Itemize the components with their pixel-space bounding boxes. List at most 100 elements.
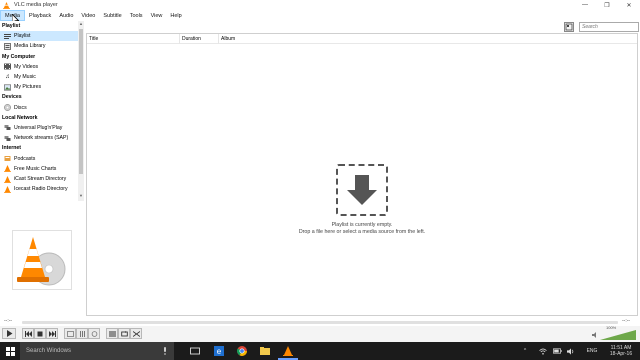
sidebar-item-upnp[interactable]: Universal Plug'n'Play bbox=[0, 123, 78, 133]
empty-message: Playlist is currently empty. bbox=[331, 222, 393, 228]
volume-tray-icon[interactable] bbox=[566, 342, 576, 360]
equalizer-icon bbox=[79, 330, 85, 337]
play-button[interactable] bbox=[2, 328, 16, 339]
album-art bbox=[12, 230, 72, 290]
window-title: VLC media player bbox=[14, 2, 58, 8]
remaining-time: --:-- bbox=[622, 318, 631, 324]
stop-button[interactable] bbox=[34, 328, 46, 339]
videos-icon bbox=[4, 63, 11, 70]
windows-logo-icon bbox=[5, 346, 15, 356]
shuffle-icon bbox=[132, 330, 140, 337]
previous-button[interactable] bbox=[22, 328, 34, 339]
music-icon: ♫ bbox=[5, 74, 10, 81]
start-button[interactable] bbox=[0, 342, 20, 360]
category-local-network: Local Network bbox=[2, 114, 38, 121]
playlist-panel: Title Duration Album Playlist is current… bbox=[86, 33, 638, 316]
clock[interactable]: 11:51 AM 18-Apr-16 bbox=[604, 342, 638, 360]
taskbar: Search Windows e ^ ENG 11:51 AM 18-Apr-1… bbox=[0, 342, 640, 360]
sidebar-item-label: Universal Plug'n'Play bbox=[14, 124, 63, 131]
sidebar-item-label: My Pictures bbox=[14, 84, 42, 91]
sidebar-item-network-streams[interactable]: Network streams (SAP) bbox=[0, 133, 78, 143]
language-indicator[interactable]: ENG bbox=[584, 342, 600, 360]
minimize-button[interactable]: — bbox=[574, 0, 596, 10]
column-title[interactable]: Title bbox=[87, 34, 180, 44]
sidebar-item-discs[interactable]: Discs bbox=[0, 102, 78, 112]
menu-view[interactable]: View bbox=[147, 10, 167, 21]
effects-button[interactable] bbox=[88, 328, 100, 339]
pictures-icon bbox=[4, 84, 11, 91]
fullscreen-button[interactable] bbox=[64, 328, 76, 339]
menu-bar: Media Playback Audio Video Subtitle Tool… bbox=[0, 10, 640, 21]
sidebar-item-label: Media Library bbox=[14, 43, 46, 50]
edge-browser-icon[interactable]: e bbox=[214, 346, 224, 356]
download-arrow-icon bbox=[347, 175, 377, 205]
battery-icon[interactable] bbox=[552, 342, 562, 360]
effects-icon bbox=[91, 330, 97, 337]
menu-video[interactable]: Video bbox=[77, 10, 99, 21]
playlist-toggle-button[interactable] bbox=[106, 328, 118, 339]
menu-subtitle[interactable]: Subtitle bbox=[99, 10, 125, 21]
microphone-icon[interactable] bbox=[162, 346, 168, 356]
scroll-thumb[interactable] bbox=[79, 29, 83, 174]
sidebar-scrollbar[interactable]: ▲ ▼ bbox=[78, 21, 84, 201]
wifi-icon[interactable] bbox=[538, 342, 548, 360]
network-icon bbox=[4, 135, 11, 142]
maximize-button[interactable]: ❐ bbox=[596, 0, 618, 10]
sidebar-item-my-videos[interactable]: My Videos bbox=[0, 62, 78, 72]
media-library-icon bbox=[4, 43, 11, 50]
sidebar-item-label: Free Music Charts bbox=[14, 165, 57, 172]
loop-button[interactable] bbox=[118, 328, 130, 339]
shuffle-button[interactable] bbox=[130, 328, 142, 339]
menu-tools[interactable]: Tools bbox=[126, 10, 147, 21]
close-button[interactable]: ✕ bbox=[618, 0, 640, 10]
sidebar-item-podcasts[interactable]: Podcasts bbox=[0, 153, 78, 163]
sidebar-item-my-pictures[interactable]: My Pictures bbox=[0, 82, 78, 92]
scroll-down-icon[interactable]: ▼ bbox=[78, 193, 84, 198]
sidebar: Playlist Playlist Media Library My Compu… bbox=[0, 21, 84, 316]
seek-slider[interactable] bbox=[22, 321, 618, 324]
empty-playlist: Playlist is currently empty. Drop a file… bbox=[87, 164, 637, 236]
view-mode-button[interactable] bbox=[564, 22, 574, 32]
seek-area: --:-- --:-- bbox=[0, 318, 640, 326]
next-button[interactable] bbox=[46, 328, 58, 339]
search-input[interactable] bbox=[579, 22, 639, 32]
playlist-icon bbox=[4, 33, 11, 40]
podcast-icon bbox=[4, 155, 11, 162]
drop-zone[interactable] bbox=[336, 164, 388, 216]
volume-slider[interactable] bbox=[600, 330, 636, 340]
speaker-icon[interactable] bbox=[592, 332, 598, 338]
column-header: Title Duration Album bbox=[87, 34, 637, 44]
sidebar-item-icecast[interactable]: Icecast Radio Directory bbox=[0, 184, 78, 194]
fullscreen-icon bbox=[66, 330, 74, 337]
previous-icon bbox=[24, 330, 32, 337]
vlc-cone-icon bbox=[3, 1, 10, 9]
taskbar-search-placeholder: Search Windows bbox=[26, 348, 72, 354]
taskbar-search[interactable]: Search Windows bbox=[20, 342, 174, 360]
extended-settings-button[interactable] bbox=[76, 328, 88, 339]
file-explorer-icon[interactable] bbox=[260, 346, 270, 356]
vlc-taskbar-icon[interactable] bbox=[283, 346, 293, 356]
sidebar-item-free-music-charts[interactable]: Free Music Charts bbox=[0, 164, 78, 174]
sidebar-item-label: Icecast Radio Directory bbox=[14, 186, 68, 193]
svg-text:e: e bbox=[217, 347, 222, 356]
scroll-up-icon[interactable]: ▲ bbox=[78, 21, 84, 26]
show-hidden-icons-icon[interactable]: ^ bbox=[520, 342, 530, 360]
sidebar-item-my-music[interactable]: ♫ My Music bbox=[0, 72, 78, 82]
menu-audio[interactable]: Audio bbox=[55, 10, 77, 21]
menu-help[interactable]: Help bbox=[166, 10, 185, 21]
menu-playback[interactable]: Playback bbox=[25, 10, 55, 21]
sidebar-item-label: Podcasts bbox=[14, 155, 36, 162]
task-view-icon[interactable] bbox=[190, 346, 200, 356]
sidebar-item-playlist[interactable]: Playlist bbox=[0, 31, 78, 42]
column-duration[interactable]: Duration bbox=[180, 34, 219, 44]
volume-control[interactable]: 100% bbox=[592, 325, 638, 341]
clock-date: 18-Apr-16 bbox=[609, 351, 633, 357]
sidebar-item-media-library[interactable]: Media Library bbox=[0, 41, 78, 51]
column-album[interactable]: Album bbox=[219, 34, 279, 44]
stop-icon bbox=[37, 331, 43, 336]
icast-icon bbox=[4, 175, 11, 183]
sidebar-item-icast[interactable]: iCast Stream Directory bbox=[0, 174, 78, 184]
view-mode-icon bbox=[565, 23, 573, 31]
chrome-icon[interactable] bbox=[237, 346, 247, 356]
playlist-toolbar bbox=[560, 21, 640, 33]
